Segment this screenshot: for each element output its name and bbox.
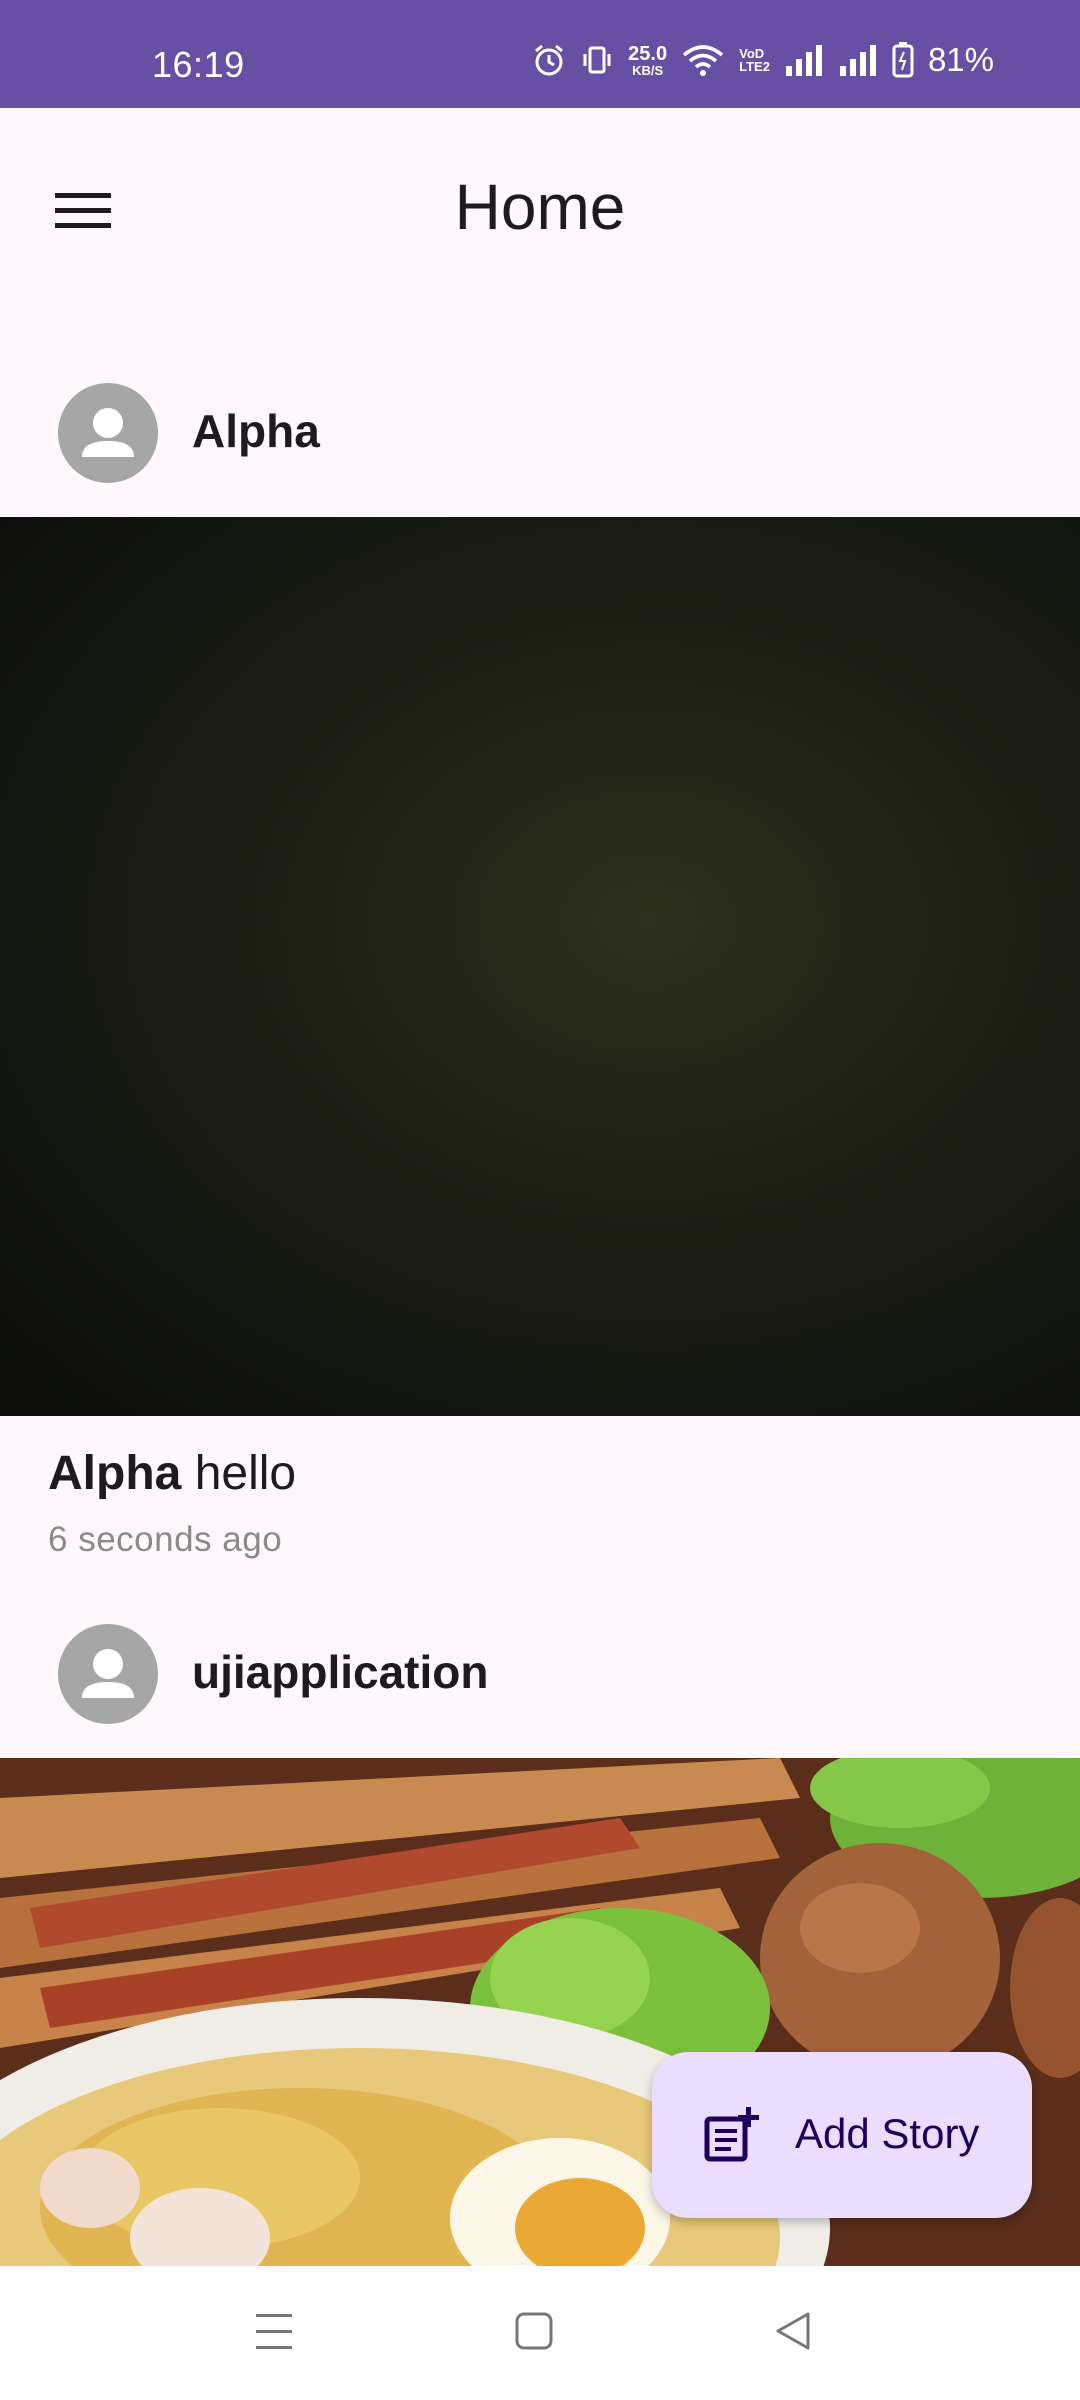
story-header[interactable]: ujiapplication <box>0 1601 1080 1741</box>
battery-icon <box>892 42 914 78</box>
alarm-icon <box>532 43 566 77</box>
person-icon <box>82 408 134 457</box>
post-add-icon <box>702 2105 762 2170</box>
recents-icon[interactable] <box>254 2306 294 2361</box>
battery-percent: 81% <box>927 41 994 78</box>
status-time: 16:19 <box>152 44 245 85</box>
network-speed-unit: KB/S <box>632 62 664 78</box>
status-bar: 16:19 25.0 KB/S VoD LTE2 81% <box>0 0 1080 108</box>
story-header[interactable]: Alpha <box>0 360 1080 500</box>
caption-username: Alpha <box>48 1447 182 1500</box>
signal-icon-sim1 <box>784 44 824 76</box>
add-story-label: Add Story <box>795 2110 980 2157</box>
signal-icon-sim2 <box>838 44 878 76</box>
story-timestamp: 6 seconds ago <box>48 1520 283 1559</box>
volte-indicator: VoD LTE2 <box>739 47 770 73</box>
status-icons: 25.0 KB/S VoD LTE2 81% <box>532 40 994 80</box>
person-icon <box>82 1649 134 1698</box>
caption-text: hello <box>194 1447 297 1500</box>
home-icon[interactable] <box>514 2306 554 2361</box>
vibrate-icon <box>580 43 614 77</box>
volte-line2: LTE2 <box>739 59 770 74</box>
app-bar: Home <box>0 108 1080 308</box>
add-story-button[interactable]: Add Story <box>652 2052 1032 2218</box>
story-caption: Alpha hello <box>48 1446 296 1501</box>
story-image[interactable] <box>0 517 1080 1416</box>
page-title: Home <box>454 171 626 243</box>
network-speed: 25.0 KB/S <box>628 44 667 77</box>
network-speed-value: 25.0 <box>628 42 668 65</box>
avatar <box>58 1624 158 1724</box>
back-icon[interactable] <box>772 2306 812 2361</box>
avatar <box>58 383 158 483</box>
system-nav-bar <box>0 2266 1080 2400</box>
wifi-icon <box>681 43 725 77</box>
story-username[interactable]: ujiapplication <box>192 1645 488 1699</box>
story-username[interactable]: Alpha <box>192 404 320 458</box>
